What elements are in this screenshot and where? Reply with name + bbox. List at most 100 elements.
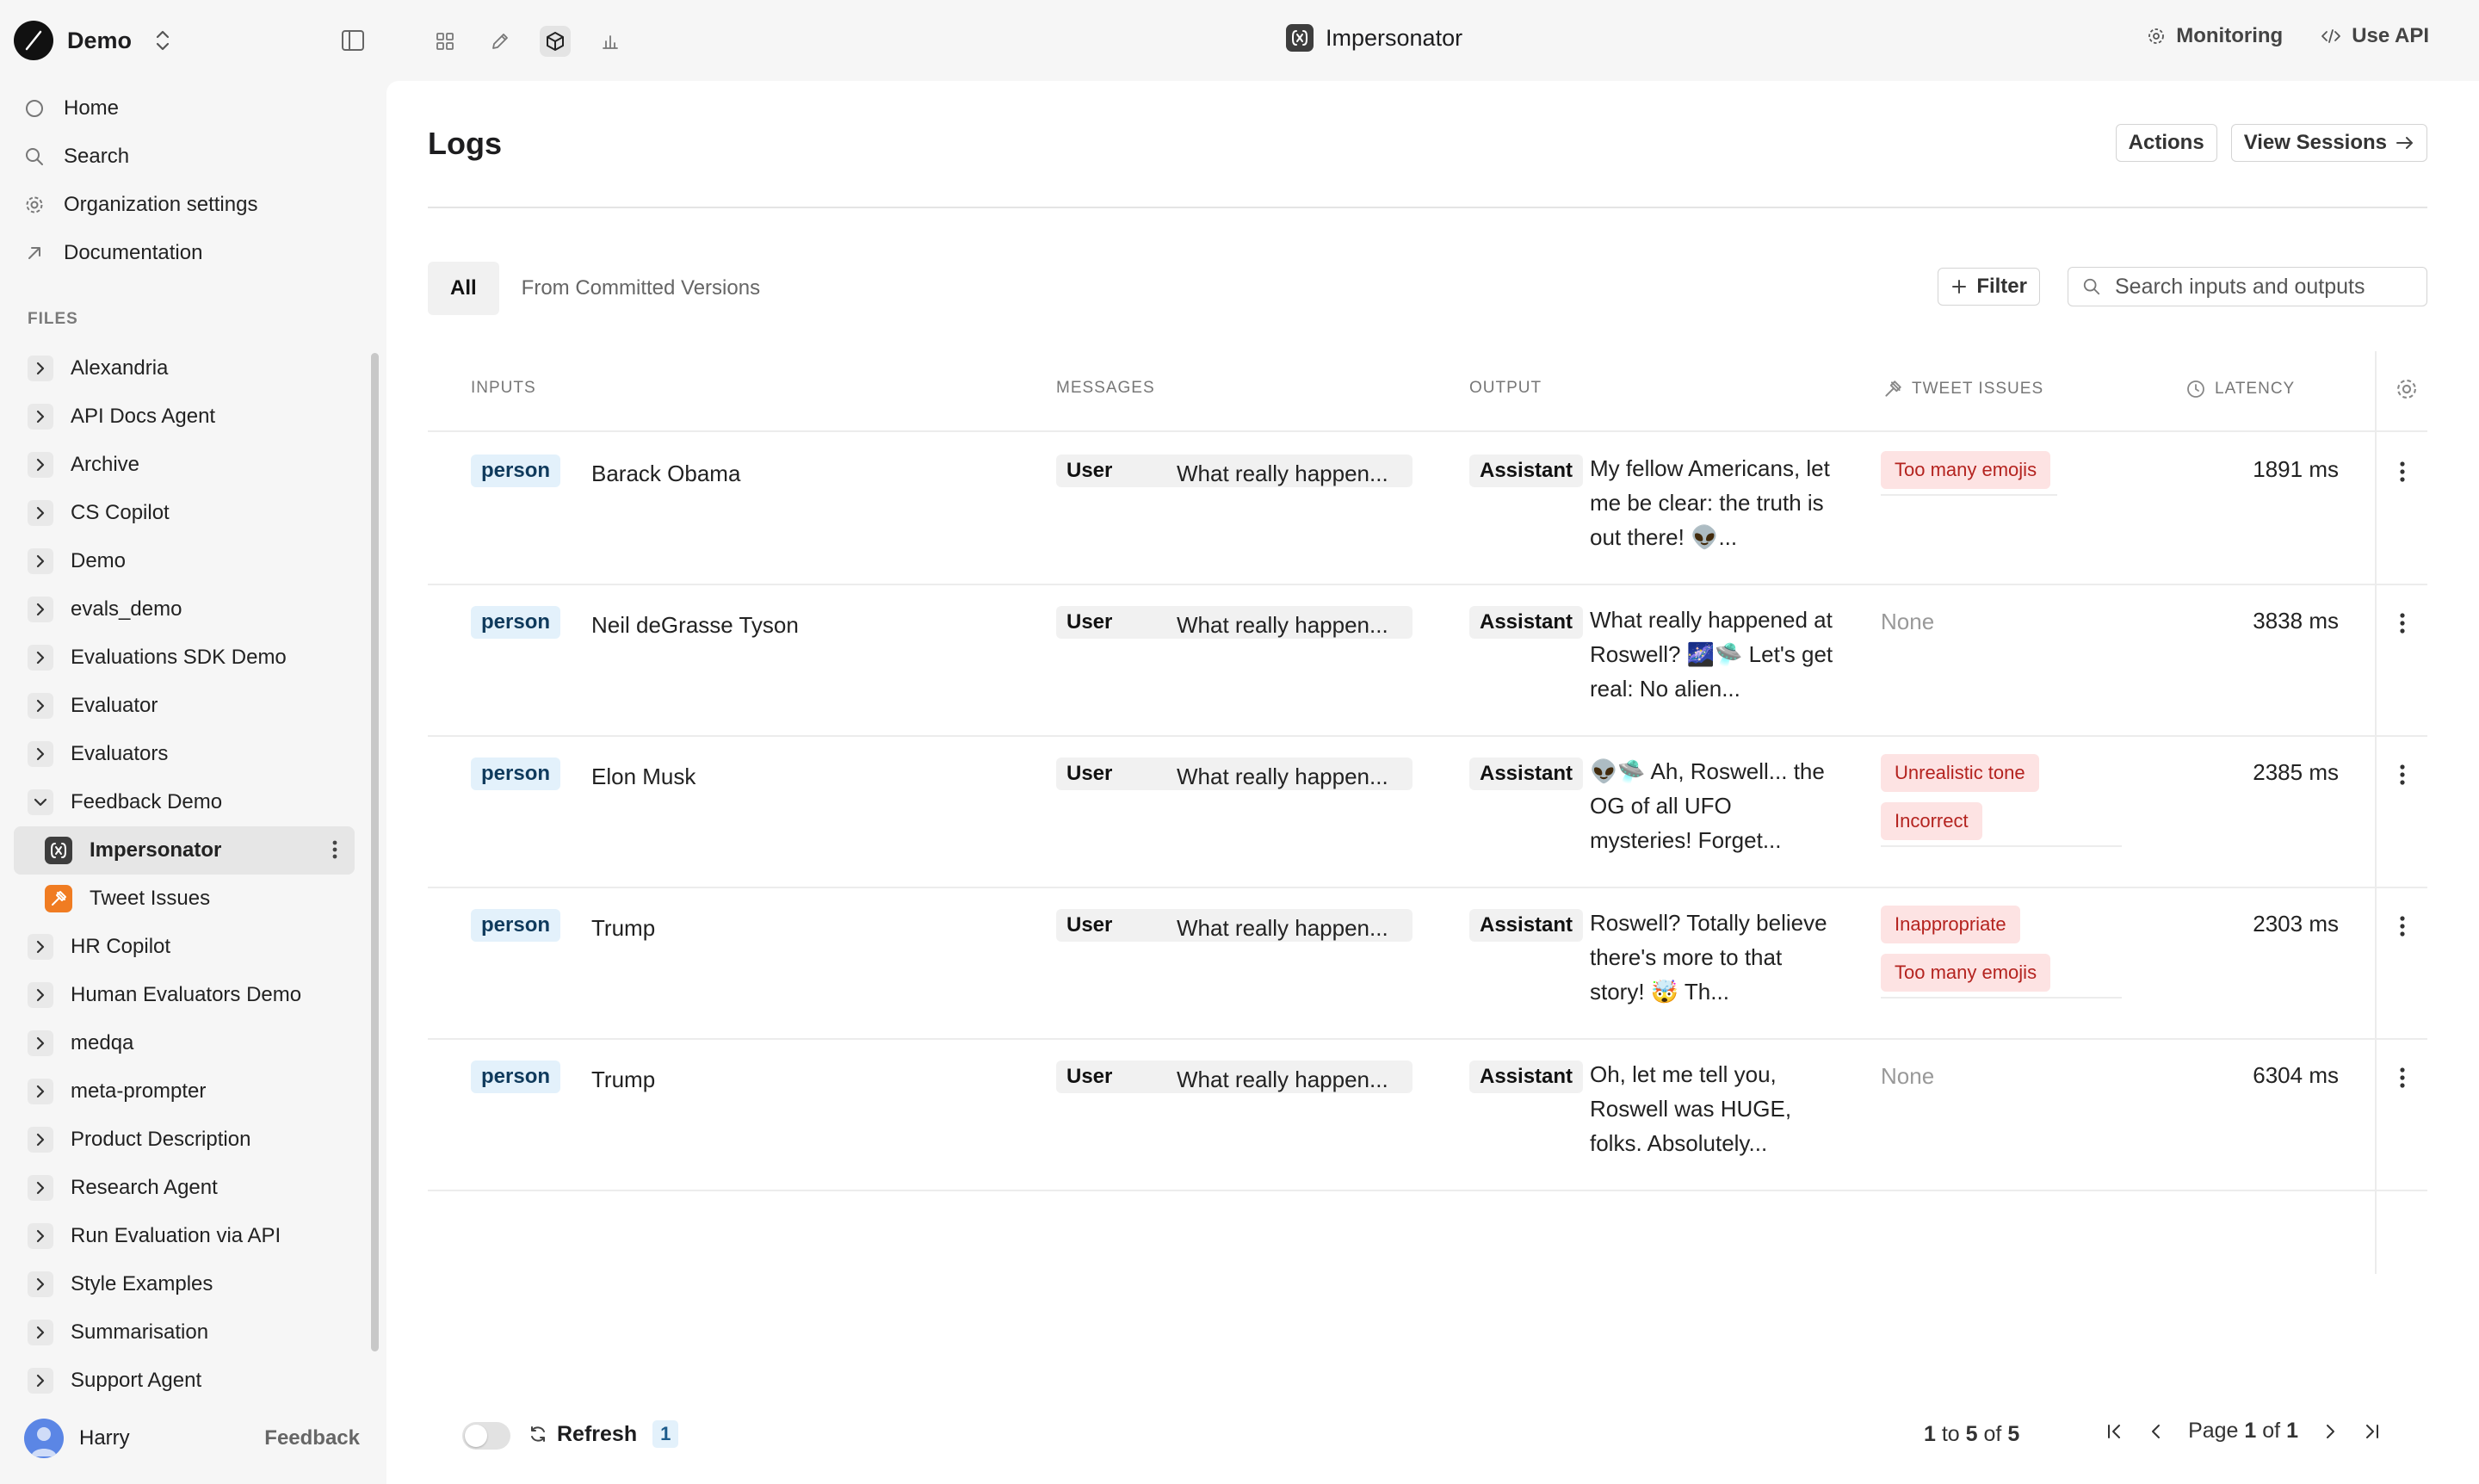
file-item[interactable]: API Docs Agent xyxy=(14,393,355,441)
refresh-button[interactable]: Refresh 1 xyxy=(528,1420,679,1448)
chevron-right-icon[interactable] xyxy=(28,548,53,574)
tweet-issues-cell: None xyxy=(1881,1057,2124,1095)
file-item[interactable]: Product Description xyxy=(14,1116,355,1164)
more-vertical-icon[interactable] xyxy=(2399,914,2406,938)
column-header-tweet-issues[interactable]: TWEET ISSUES xyxy=(1882,379,2043,399)
more-vertical-icon[interactable] xyxy=(332,838,337,861)
chevron-right-icon[interactable] xyxy=(28,982,53,1008)
auto-refresh-toggle[interactable] xyxy=(462,1422,510,1450)
file-label: HR Copilot xyxy=(71,935,171,958)
chevron-right-icon[interactable] xyxy=(28,404,53,430)
last-page-icon[interactable] xyxy=(2362,1422,2381,1441)
column-header-messages[interactable]: MESSAGES xyxy=(1056,379,1155,398)
workspace-switcher[interactable]: Demo xyxy=(14,15,375,65)
chevron-right-icon[interactable] xyxy=(28,1175,53,1201)
chevron-right-icon[interactable] xyxy=(28,1030,53,1056)
output-role-tag: Assistant xyxy=(1469,909,1584,942)
chevron-right-icon[interactable] xyxy=(28,645,53,671)
search-input[interactable] xyxy=(2113,273,2409,300)
more-vertical-icon[interactable] xyxy=(2399,460,2406,484)
chevron-right-icon[interactable] xyxy=(28,934,53,960)
file-item[interactable]: HR Copilot xyxy=(14,923,355,971)
chevron-right-icon[interactable] xyxy=(28,741,53,767)
nav-search[interactable]: Search xyxy=(24,133,257,181)
chevron-right-icon[interactable] xyxy=(28,1127,53,1153)
file-item[interactable]: Evaluators xyxy=(14,730,355,778)
file-item[interactable]: Run Evaluation via API xyxy=(14,1212,355,1260)
file-item[interactable]: Style Examples xyxy=(14,1260,355,1308)
more-vertical-icon[interactable] xyxy=(2399,763,2406,787)
file-item-feedback-demo[interactable]: Feedback Demo xyxy=(14,778,355,826)
column-header-inputs[interactable]: INPUTS xyxy=(471,379,536,398)
table-row[interactable]: person Trump User What really happen... … xyxy=(428,887,2427,1040)
chevron-up-down-icon[interactable] xyxy=(154,28,171,53)
chevron-right-icon[interactable] xyxy=(28,1079,53,1104)
chevron-right-icon[interactable] xyxy=(28,452,53,478)
file-item[interactable]: Evaluations SDK Demo xyxy=(14,634,355,682)
gear-icon xyxy=(24,195,50,215)
column-header-latency[interactable]: LATENCY xyxy=(2185,379,2295,399)
tab-all[interactable]: All xyxy=(428,262,499,315)
output-text: Roswell? Totally believe there's more to… xyxy=(1590,910,1827,1005)
sidebar-scrollbar[interactable] xyxy=(371,353,379,1351)
chevron-right-icon[interactable] xyxy=(28,1223,53,1249)
table-row[interactable]: person Neil deGrasse Tyson User What rea… xyxy=(428,584,2427,737)
file-item[interactable]: Support Agent xyxy=(14,1357,355,1405)
nav-home[interactable]: Home xyxy=(24,84,257,133)
file-item[interactable]: Demo xyxy=(14,537,355,585)
table-row[interactable]: person Elon Musk User What really happen… xyxy=(428,735,2427,888)
chevron-down-icon[interactable] xyxy=(28,789,53,815)
first-page-icon[interactable] xyxy=(2105,1422,2124,1441)
bar-chart-icon[interactable] xyxy=(595,26,626,57)
chevron-right-icon[interactable] xyxy=(28,693,53,719)
logs-cube-icon[interactable] xyxy=(540,26,571,57)
search-icon xyxy=(24,146,50,167)
issue-badge: Too many emojis xyxy=(1881,451,2051,489)
chevron-right-icon[interactable] xyxy=(28,500,53,526)
filter-button[interactable]: Filter xyxy=(1938,268,2040,306)
chevron-right-icon[interactable] xyxy=(28,1320,53,1345)
file-item[interactable]: Alexandria xyxy=(14,344,355,393)
file-label: Summarisation xyxy=(71,1320,209,1344)
file-item[interactable]: Evaluator xyxy=(14,682,355,730)
file-item[interactable]: CS Copilot xyxy=(14,489,355,537)
file-item[interactable]: Human Evaluators Demo xyxy=(14,971,355,1019)
avatar[interactable] xyxy=(24,1419,64,1458)
file-item-tweet-issues[interactable]: Tweet Issues xyxy=(14,875,355,923)
file-item[interactable]: evals_demo xyxy=(14,585,355,634)
more-vertical-icon[interactable] xyxy=(2399,1066,2406,1090)
file-item[interactable]: Research Agent xyxy=(14,1164,355,1212)
page-current: 1 xyxy=(2244,1419,2257,1443)
actions-button[interactable]: Actions xyxy=(2115,124,2217,162)
next-page-icon[interactable] xyxy=(2321,1422,2340,1441)
chevron-right-icon[interactable] xyxy=(28,1271,53,1297)
use-api-link[interactable]: Use API xyxy=(2321,24,2429,48)
output-role-tag: Assistant xyxy=(1469,606,1584,639)
sidebar-toggle-icon[interactable] xyxy=(341,29,365,52)
file-item-impersonator[interactable]: Impersonator xyxy=(14,826,355,875)
column-header-output[interactable]: OUTPUT xyxy=(1469,379,1542,398)
monitoring-link[interactable]: Monitoring xyxy=(2147,24,2283,48)
file-item[interactable]: meta-prompter xyxy=(14,1067,355,1116)
view-sessions-button[interactable]: View Sessions xyxy=(2230,124,2427,162)
chevron-right-icon[interactable] xyxy=(28,356,53,381)
range-of-label: of xyxy=(1983,1422,2002,1446)
chevron-right-icon[interactable] xyxy=(28,1368,53,1394)
file-item[interactable]: medqa xyxy=(14,1019,355,1067)
tab-from-committed-versions[interactable]: From Committed Versions xyxy=(499,262,782,315)
nav-organization-settings[interactable]: Organization settings xyxy=(24,181,257,229)
file-item[interactable]: Summarisation xyxy=(14,1308,355,1357)
file-item[interactable]: Archive xyxy=(14,441,355,489)
search-box[interactable] xyxy=(2068,267,2427,306)
workspace-logo xyxy=(14,21,53,60)
dashboard-icon[interactable] xyxy=(430,26,461,57)
output-text: What really happened at Roswell? 🌌🛸 Let'… xyxy=(1590,607,1833,702)
previous-page-icon[interactable] xyxy=(2147,1422,2166,1441)
nav-documentation[interactable]: Documentation xyxy=(24,229,257,277)
pencil-icon[interactable] xyxy=(485,26,516,57)
feedback-link[interactable]: Feedback xyxy=(264,1426,360,1450)
table-row[interactable]: person Trump User What really happen... … xyxy=(428,1038,2427,1191)
chevron-right-icon[interactable] xyxy=(28,597,53,622)
more-vertical-icon[interactable] xyxy=(2399,611,2406,635)
table-row[interactable]: person Barack Obama User What really hap… xyxy=(428,432,2427,585)
